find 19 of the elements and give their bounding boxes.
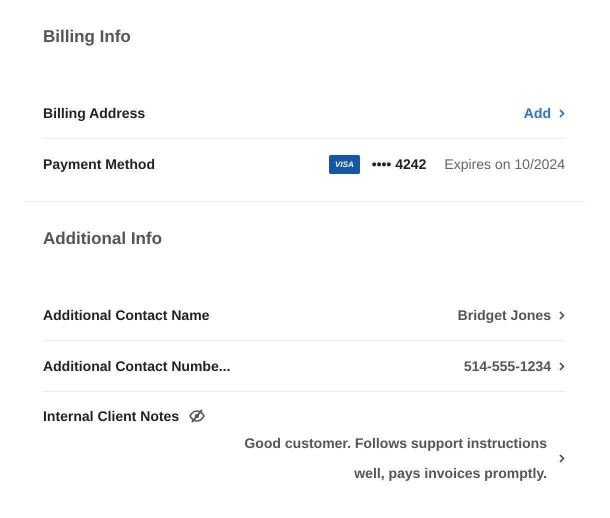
row-label: Billing Address <box>43 105 146 121</box>
chevron-right-icon <box>559 310 565 320</box>
chevron-right-icon <box>559 108 565 118</box>
eye-off-icon <box>189 409 206 423</box>
section-title: Billing Info <box>43 26 132 48</box>
notes-text: Good customer. Follows support instructions well, pays invoices promptly. <box>243 434 547 483</box>
row-label: Additional Contact Name <box>43 307 210 323</box>
add-link[interactable]: Add <box>524 105 565 121</box>
card-logo: VISA <box>329 154 360 174</box>
section-title: Additional Info <box>43 228 163 250</box>
row-value-link[interactable]: 514-555-1234 <box>464 358 565 374</box>
chevron-right-icon <box>559 362 565 370</box>
card-number: •••• 4242 <box>372 156 426 172</box>
chevron-right-icon <box>559 454 565 462</box>
row-value-link[interactable]: Bridget Jones <box>458 307 565 323</box>
row-label: Additional Contact Numbe... <box>43 358 230 374</box>
card-expiry: Expires on 10/2024 <box>444 156 565 172</box>
row-label: Payment Method <box>43 156 156 172</box>
row-label: Internal Client Notes <box>43 408 180 424</box>
